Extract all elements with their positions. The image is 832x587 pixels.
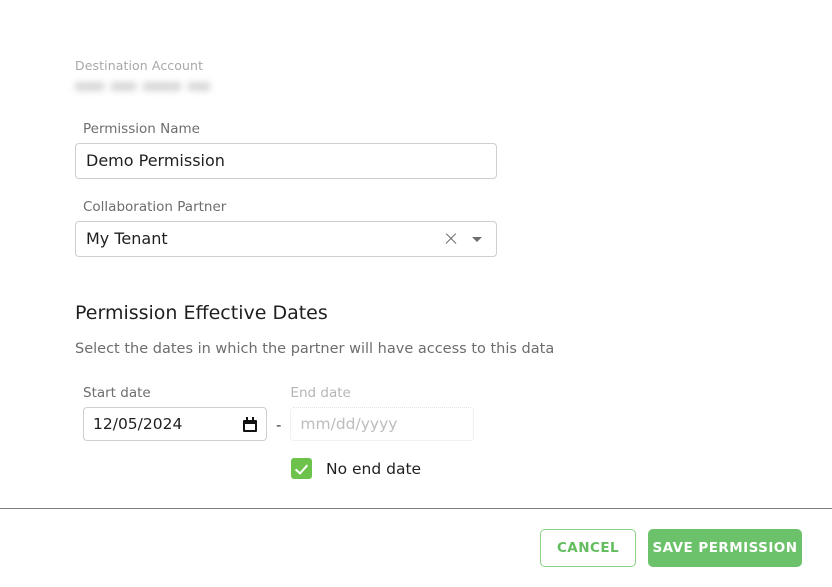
form-area: Destination Account Permission Name Demo…: [0, 58, 832, 479]
destination-account-label: Destination Account: [75, 58, 204, 73]
chevron-down-icon[interactable]: [472, 236, 482, 242]
end-date-input[interactable]: mm/dd/yyyy: [290, 407, 475, 441]
effective-dates-section: Permission Effective Dates Select the da…: [75, 301, 832, 479]
permission-name-field: Permission Name Demo Permission: [75, 120, 497, 179]
permission-dialog: Destination Account Permission Name Demo…: [0, 0, 832, 587]
calendar-icon[interactable]: [243, 416, 257, 432]
no-end-date-checkbox[interactable]: [291, 458, 312, 479]
destination-account-value-redacted: [75, 79, 216, 93]
redacted-word: [75, 81, 104, 91]
effective-dates-subtitle: Select the dates in which the partner wi…: [75, 341, 555, 357]
date-range-separator: -: [276, 416, 282, 434]
start-date-field: Start date 12/05/2024: [83, 384, 267, 441]
permission-name-label: Permission Name: [83, 121, 200, 137]
close-icon[interactable]: [444, 232, 458, 246]
redacted-word: [188, 81, 210, 91]
effective-dates-title: Permission Effective Dates: [75, 302, 328, 324]
collaboration-partner-value[interactable]: My Tenant: [76, 222, 444, 256]
cancel-button[interactable]: CANCEL: [540, 529, 636, 567]
collaboration-partner-adornments: [444, 232, 496, 246]
redacted-word: [111, 81, 136, 91]
dialog-footer: CANCEL SAVE PERMISSION: [0, 509, 832, 587]
no-end-date-label[interactable]: No end date: [326, 459, 421, 479]
start-date-input[interactable]: 12/05/2024: [83, 407, 267, 441]
collaboration-partner-field: Collaboration Partner My Tenant: [75, 198, 497, 257]
start-date-value[interactable]: 12/05/2024: [93, 408, 243, 440]
end-date-label: End date: [290, 385, 351, 401]
end-date-field: End date mm/dd/yyyy: [290, 384, 475, 441]
permission-name-value[interactable]: Demo Permission: [76, 144, 496, 178]
end-date-placeholder: mm/dd/yyyy: [300, 415, 398, 433]
start-date-label: Start date: [83, 385, 151, 401]
dates-row: Start date 12/05/2024 - End date mm/dd/y…: [75, 384, 832, 441]
permission-name-input[interactable]: Demo Permission: [75, 143, 497, 179]
save-permission-button[interactable]: SAVE PERMISSION: [648, 529, 802, 567]
collaboration-partner-select[interactable]: My Tenant: [75, 221, 497, 257]
dialog-body: Destination Account Permission Name Demo…: [0, 0, 832, 508]
redacted-word: [143, 81, 181, 91]
collaboration-partner-label: Collaboration Partner: [83, 199, 227, 215]
no-end-date-row: No end date: [75, 458, 832, 479]
destination-account-block: Destination Account: [75, 58, 832, 93]
